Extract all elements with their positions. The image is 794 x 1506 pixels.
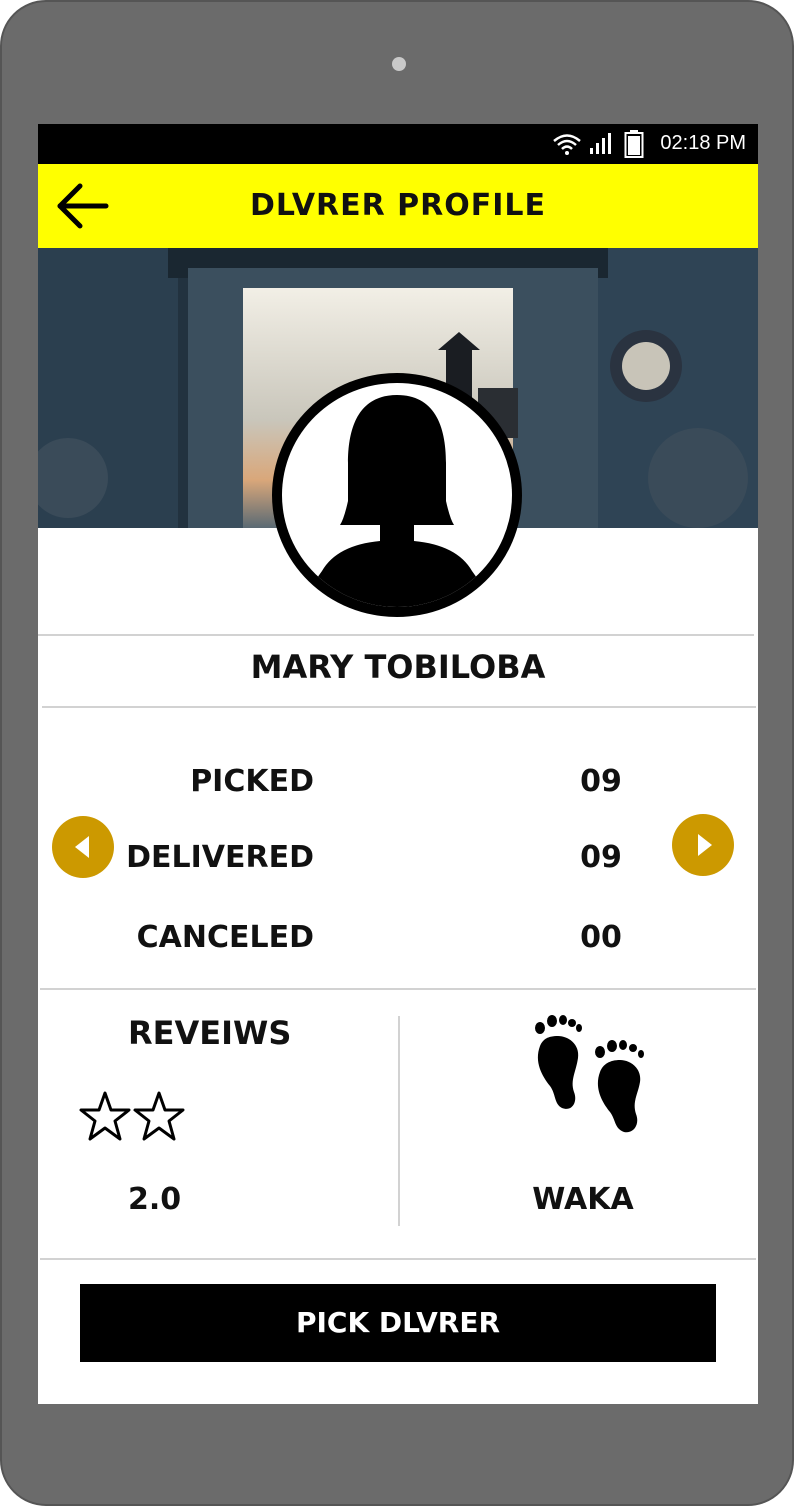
previous-button[interactable] bbox=[52, 816, 114, 878]
rating-value: 2.0 bbox=[128, 1182, 182, 1217]
pick-dlvrer-button[interactable]: PICK DLVRER bbox=[80, 1284, 716, 1362]
profile-name: MARY TOBILOBA bbox=[250, 648, 546, 686]
stat-value-canceled: 00 bbox=[580, 920, 622, 955]
caret-left-icon bbox=[75, 836, 89, 858]
stat-value-delivered: 09 bbox=[580, 840, 622, 875]
page-title: DLVRER PROFILE bbox=[249, 188, 547, 223]
stat-value-picked: 09 bbox=[580, 764, 622, 799]
female-user-silhouette-icon bbox=[282, 383, 512, 607]
stat-label-delivered: DELIVERED bbox=[126, 840, 314, 875]
divider bbox=[38, 634, 754, 636]
avatar bbox=[272, 373, 522, 617]
divider bbox=[42, 706, 756, 708]
status-bar: 02:18 PM bbox=[38, 124, 758, 164]
app-bar: DLVRER PROFILE bbox=[38, 164, 758, 248]
company-name: WAKA bbox=[532, 1182, 634, 1217]
battery-icon bbox=[624, 130, 644, 164]
signal-icon bbox=[588, 132, 612, 162]
stat-label-picked: PICKED bbox=[190, 764, 314, 799]
divider bbox=[40, 1258, 756, 1260]
stat-label-canceled: CANCELED bbox=[136, 920, 314, 955]
device-frame: 02:18 PM DLVRER PROFILE MARY TOBILOBA PI… bbox=[0, 0, 794, 1506]
wifi-icon bbox=[552, 132, 582, 162]
reviews-title: REVEIWS bbox=[128, 1014, 292, 1052]
vertical-divider bbox=[398, 1016, 400, 1226]
caret-right-icon bbox=[698, 834, 712, 856]
divider bbox=[40, 988, 756, 990]
star-outline-icon bbox=[79, 1091, 131, 1141]
footprints-icon bbox=[528, 1014, 658, 1138]
status-time: 02:18 PM bbox=[660, 132, 746, 154]
screen: 02:18 PM DLVRER PROFILE MARY TOBILOBA PI… bbox=[38, 124, 758, 1404]
star-outline-icon bbox=[133, 1091, 185, 1141]
star-rating bbox=[78, 1090, 188, 1150]
front-camera bbox=[392, 57, 406, 71]
next-button[interactable] bbox=[672, 814, 734, 876]
